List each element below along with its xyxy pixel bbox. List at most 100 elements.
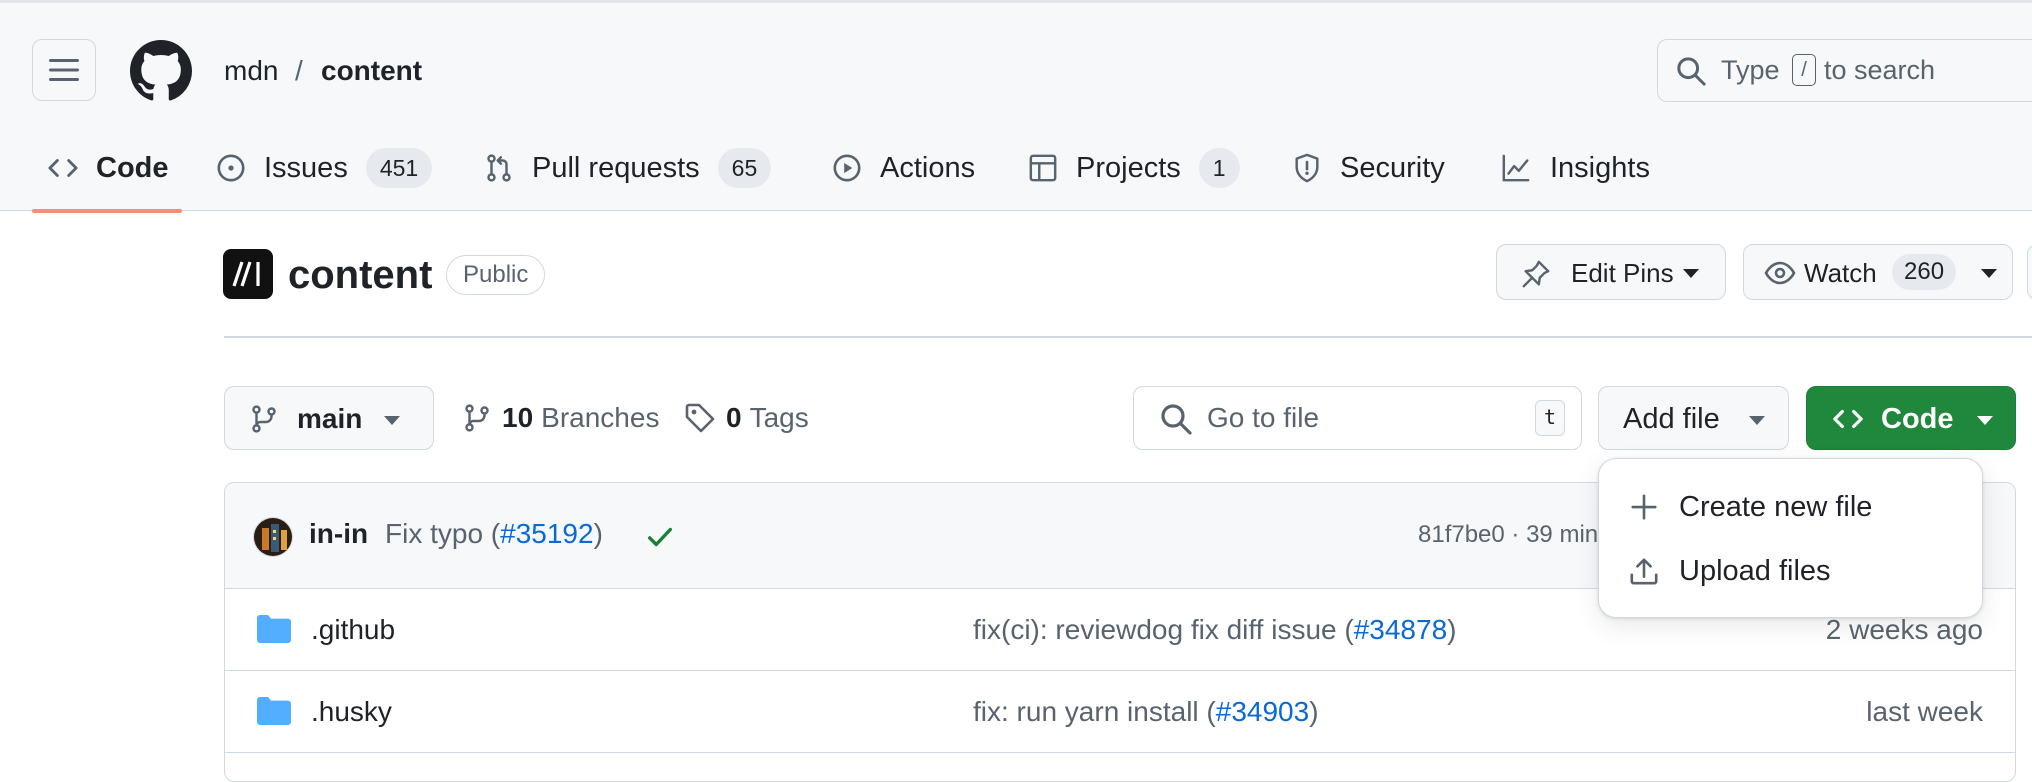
add-file-label: Add file: [1623, 403, 1720, 435]
tab-issues[interactable]: Issues 451: [216, 143, 433, 193]
menu-item-label: Upload files: [1679, 554, 1831, 587]
play-icon: [833, 154, 861, 182]
tab-projects[interactable]: Projects 1: [1028, 143, 1240, 193]
file-commit-message[interactable]: fix: run yarn install (#34903): [973, 696, 1319, 728]
file-commit-message-suffix: ): [1447, 614, 1457, 645]
search-icon: [1161, 404, 1192, 435]
chevron-down-icon: [1683, 269, 1699, 278]
git-branch-icon: [252, 405, 276, 433]
file-name[interactable]: .github: [311, 614, 395, 646]
commit-message-suffix: ): [593, 518, 603, 549]
chevron-down-icon: [1749, 416, 1765, 425]
tab-insights[interactable]: Insights: [1500, 143, 1650, 193]
tab-label: Pull requests: [532, 151, 700, 184]
breadcrumb-separator: /: [295, 55, 303, 86]
table-row[interactable]: .husky fix: run yarn install (#34903) la…: [225, 671, 2015, 753]
check-icon[interactable]: [645, 522, 675, 552]
commit-author[interactable]: in-in: [309, 518, 368, 550]
commit-pr-link[interactable]: #35192: [500, 518, 593, 549]
open-global-nav-button[interactable]: [32, 39, 96, 101]
chevron-down-icon[interactable]: [1981, 269, 1997, 278]
go-to-file-shortcut-key: t: [1535, 400, 1565, 436]
branches-label: Branches: [541, 402, 660, 433]
upload-icon: [1630, 558, 1658, 585]
folder-icon: [257, 697, 291, 725]
graph-icon: [1502, 154, 1530, 182]
tab-label: Issues: [264, 151, 348, 184]
github-logo-icon[interactable]: [130, 40, 192, 102]
chevron-down-icon: [384, 416, 400, 425]
selected-tab-underline: [32, 209, 182, 213]
mdn-logo-icon: [232, 261, 260, 287]
issue-opened-icon: [217, 154, 245, 182]
tab-actions[interactable]: Actions: [832, 143, 975, 193]
tag-icon: [685, 403, 715, 433]
tab-label: Actions: [880, 151, 976, 184]
edit-pins-button[interactable]: Edit Pins: [1496, 244, 1726, 300]
tab-code[interactable]: Code: [48, 143, 169, 193]
file-name[interactable]: .husky: [311, 696, 392, 728]
go-to-file-input[interactable]: Go to file t: [1133, 386, 1582, 450]
repo-title-divider: [224, 336, 2032, 338]
search-placeholder-prefix: Type: [1721, 55, 1780, 85]
shield-icon: [1295, 153, 1319, 183]
tab-count-badge: 65: [717, 148, 772, 188]
commit-message-prefix: Fix typo (: [385, 518, 501, 549]
tags-link[interactable]: 0 Tags: [684, 400, 809, 436]
chevron-down-icon: [1977, 416, 1993, 425]
git-branch-icon: [465, 404, 489, 432]
repo-name[interactable]: content: [288, 250, 432, 300]
repo-header: mdn / content Type / to search Code Issu…: [0, 0, 2032, 213]
code-icon: [48, 159, 78, 177]
tab-security[interactable]: Security: [1292, 143, 1445, 193]
create-new-file-menu-item[interactable]: Create new file: [1629, 485, 1872, 529]
file-commit-pr-link[interactable]: #34878: [1354, 614, 1447, 645]
hamburger-icon: [49, 59, 79, 81]
commit-sha-and-time[interactable]: 81f7be0 · 39 min: [1418, 521, 1598, 549]
breadcrumb-repo[interactable]: content: [321, 53, 422, 89]
watch-count: 260: [1892, 254, 1957, 290]
branch-selector-button[interactable]: main: [224, 386, 434, 450]
branches-link[interactable]: 10 Branches: [462, 400, 659, 436]
file-commit-message[interactable]: fix(ci): reviewdog fix diff issue (#3487…: [973, 614, 1456, 646]
file-commit-time: last week: [1866, 696, 1983, 727]
code-icon: [1833, 409, 1863, 429]
tab-label: Security: [1340, 151, 1445, 184]
tags-count: 0: [726, 402, 742, 433]
plus-icon: [1631, 494, 1657, 520]
tab-label: Code: [96, 151, 169, 184]
file-commit-message-prefix: fix: run yarn install (: [973, 696, 1216, 727]
menu-item-label: Create new file: [1679, 490, 1873, 523]
pin-icon: [1522, 260, 1550, 288]
code-button-label: Code: [1881, 403, 1954, 435]
file-commit-message-prefix: fix(ci): reviewdog fix diff issue (: [973, 614, 1354, 645]
repo-owner-avatar[interactable]: [223, 249, 273, 299]
file-commit-message-suffix: ): [1309, 696, 1319, 727]
search-icon: [1677, 57, 1706, 86]
add-file-button[interactable]: Add file: [1598, 386, 1789, 450]
avatar[interactable]: [253, 517, 293, 557]
code-button[interactable]: Code: [1806, 386, 2016, 450]
file-commit-time: 2 weeks ago: [1825, 614, 1983, 645]
upload-files-menu-item[interactable]: Upload files: [1629, 549, 1831, 593]
watch-button[interactable]: Watch 260: [1743, 244, 2013, 300]
tab-count-badge: 1: [1198, 148, 1240, 188]
go-to-file-placeholder: Go to file: [1207, 402, 1320, 433]
eye-icon: [1764, 261, 1796, 285]
fork-button[interactable]: [2027, 244, 2032, 300]
breadcrumb-owner[interactable]: mdn: [224, 53, 278, 89]
folder-icon: [257, 615, 291, 643]
search-shortcut-key: /: [1792, 54, 1816, 86]
search-placeholder-suffix: to search: [1824, 55, 1936, 85]
git-pull-request-icon: [487, 154, 511, 182]
add-file-menu: Create new file Upload files: [1598, 458, 1983, 618]
file-commit-pr-link[interactable]: #34903: [1216, 696, 1309, 727]
commit-message[interactable]: Fix typo (#35192): [385, 518, 603, 550]
global-search-input[interactable]: Type / to search: [1657, 39, 2032, 102]
current-branch-label: main: [297, 403, 363, 434]
tab-pull-requests[interactable]: Pull requests 65: [484, 143, 772, 193]
branches-count: 10: [502, 402, 534, 433]
table-icon: [1029, 154, 1057, 182]
edit-pins-label: Edit Pins: [1571, 258, 1674, 288]
tags-label: Tags: [749, 402, 809, 433]
